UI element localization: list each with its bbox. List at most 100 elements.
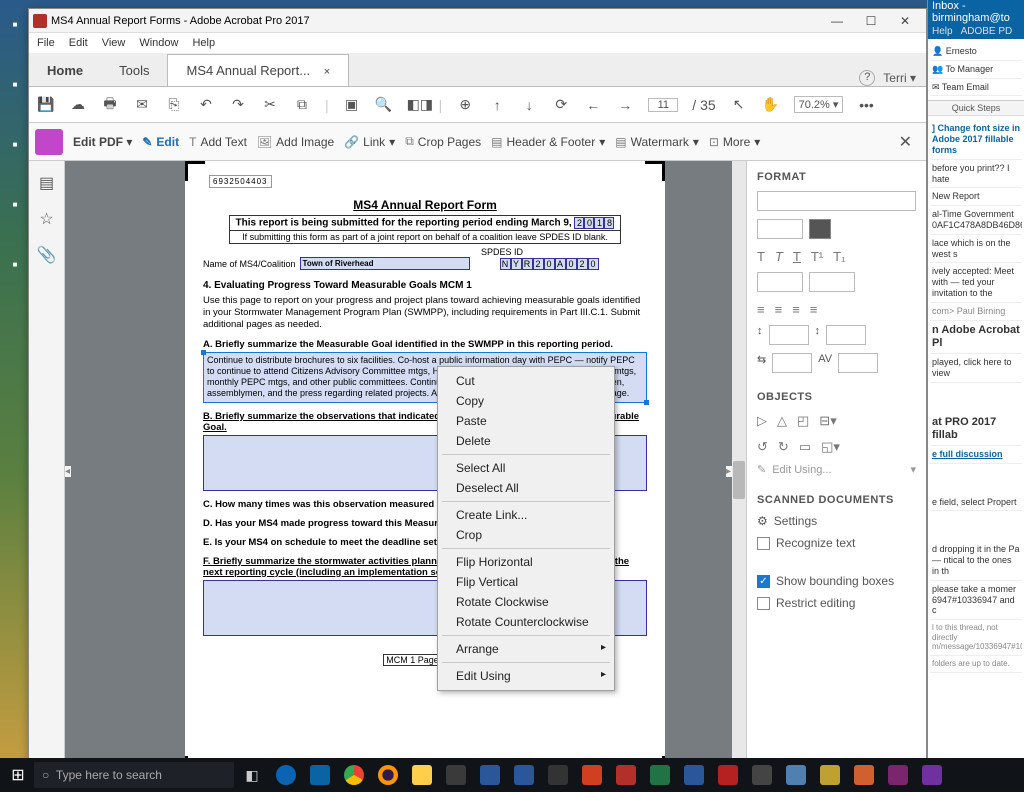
cloud-icon[interactable]: ☁ [69, 96, 87, 113]
list-item[interactable]: ] Change font size in Adobe 2017 fillabl… [930, 120, 1022, 159]
crop-object-icon[interactable]: ◰ [797, 413, 809, 429]
rotate-icon[interactable]: ⟳ [552, 96, 570, 113]
underline-icon[interactable]: T [793, 249, 801, 264]
menu-create-link[interactable]: Create Link... [438, 505, 614, 525]
align-center-icon[interactable]: ≡ [775, 302, 783, 317]
search-icon[interactable]: 🔍 [375, 96, 393, 113]
up-icon[interactable]: ↑ [488, 97, 506, 113]
line-spacing-dropdown[interactable] [769, 325, 809, 345]
mail-icon[interactable] [474, 761, 506, 789]
menu-edit[interactable]: Edit [69, 37, 88, 49]
align-right-icon[interactable]: ≡ [792, 302, 800, 317]
crop-pages-button[interactable]: ⧉Crop Pages [405, 134, 481, 149]
close-button[interactable]: ✕ [888, 14, 922, 28]
link-dropdown[interactable]: 🔗Link ▾ [344, 135, 395, 149]
app-icon[interactable] [848, 761, 880, 789]
outlook-adobe[interactable]: ADOBE PD [961, 26, 1013, 37]
flip-h-icon[interactable]: ▷ [757, 413, 767, 429]
menu-file[interactable]: File [37, 37, 55, 49]
document-canvas[interactable]: ◂ 6932504403 MS4 Annual Report Form This… [65, 161, 746, 771]
hscale-icon[interactable]: ⇆ [757, 353, 766, 373]
autocad-icon[interactable] [712, 761, 744, 789]
list-item[interactable]: folders are up to date. [930, 656, 1022, 673]
restrict-editing-checkbox[interactable]: Restrict editing [757, 596, 916, 610]
outlook-contact[interactable]: 👥 To Manager [930, 61, 1022, 79]
menu-arrange[interactable]: Arrange [438, 639, 614, 659]
para-spacing-dropdown[interactable] [826, 325, 866, 345]
rotate-cw-icon[interactable]: ↻ [778, 439, 789, 455]
align-justify-icon[interactable]: ≡ [810, 302, 818, 317]
zoom-dropdown[interactable]: 70.2% ▾ [794, 96, 844, 113]
scroll-thumb[interactable] [733, 461, 745, 499]
year-field[interactable]: 2018 [574, 217, 614, 229]
hscale-dropdown[interactable] [772, 353, 812, 373]
tab-document[interactable]: MS4 Annual Report... × [167, 54, 349, 86]
prev-icon[interactable]: ← [584, 97, 602, 113]
fit-icon[interactable]: ⊕ [456, 96, 474, 113]
font-size-dropdown[interactable] [757, 219, 803, 239]
acrobat-taskbar-icon[interactable] [610, 761, 642, 789]
outlook-contact[interactable]: 👤 Ernesto [930, 43, 1022, 61]
list-item[interactable]: ively accepted: Meet with — ted your inv… [930, 263, 1022, 302]
char-spacing-dropdown[interactable] [838, 353, 878, 373]
paragraph-spacing-icon[interactable]: ↕ [815, 325, 821, 345]
save-icon[interactable]: 💾 [37, 96, 55, 113]
app-icon[interactable] [542, 761, 574, 789]
bookmarks-icon[interactable]: ☆ [39, 209, 53, 229]
list-item[interactable]: n Adobe Acrobat Pl [930, 321, 1022, 354]
menu-deselect-all[interactable]: Deselect All [438, 478, 614, 498]
recognize-text-checkbox[interactable]: Recognize text [757, 536, 916, 550]
taskbar-search[interactable]: ○ Type here to search [34, 762, 234, 788]
cut-icon[interactable]: ✂ [261, 96, 279, 113]
align-object-icon[interactable]: ⊟▾ [819, 413, 836, 429]
tab-home[interactable]: Home [29, 55, 101, 86]
add-text-button[interactable]: TAdd Text [189, 135, 247, 149]
store-icon[interactable] [440, 761, 472, 789]
arrange-icon[interactable]: ▭ [799, 439, 811, 455]
menu-flip-v[interactable]: Flip Vertical [438, 572, 614, 592]
char-spacing-icon[interactable]: AV [818, 353, 832, 373]
add-image-button[interactable]: 🖼Add Image [257, 135, 334, 149]
app-icon[interactable] [508, 761, 540, 789]
tab-tools[interactable]: Tools [101, 55, 167, 86]
menu-copy[interactable]: Copy [438, 391, 614, 411]
app-icon[interactable] [916, 761, 948, 789]
flip-v-icon[interactable]: △ [777, 413, 787, 429]
select-tool-icon[interactable]: ↖ [730, 96, 748, 113]
list-item[interactable]: please take a momer 6947#10336947 and c [930, 581, 1022, 620]
menu-help[interactable]: Help [192, 37, 215, 49]
more-dropdown[interactable]: ⊡More ▾ [709, 135, 760, 149]
edit-using-dropdown[interactable]: Edit Using... [772, 464, 904, 476]
help-icon[interactable]: ? [859, 70, 875, 86]
word-icon[interactable] [678, 761, 710, 789]
firefox-icon[interactable] [372, 761, 404, 789]
panel-drag-handle[interactable]: ◂ [65, 466, 71, 477]
menu-rotate-cw[interactable]: Rotate Clockwise [438, 592, 614, 612]
rotate-ccw-icon[interactable]: ↺ [757, 439, 768, 455]
attachments-icon[interactable]: 📎 [37, 245, 57, 265]
edit-pdf-dropdown[interactable]: Edit PDF ▾ [73, 135, 132, 149]
menu-cut[interactable]: Cut [438, 371, 614, 391]
font-dropdown[interactable] [757, 191, 916, 211]
bold-icon[interactable]: T [757, 249, 765, 264]
spdes-id-field[interactable]: NYR20A020 [500, 258, 599, 270]
desktop-icon[interactable]: ■ [2, 140, 28, 180]
superscript-icon[interactable]: T¹ [811, 249, 823, 264]
align-left-icon[interactable]: ≡ [757, 302, 765, 317]
redo-icon[interactable]: ↷ [229, 96, 247, 113]
menu-view[interactable]: View [102, 37, 126, 49]
replace-icon[interactable]: ◱▾ [821, 439, 840, 455]
export-icon[interactable]: ⎘ [165, 96, 183, 113]
outlook-help[interactable]: Help [932, 26, 953, 37]
maximize-button[interactable]: ☐ [854, 14, 888, 28]
print-icon[interactable]: 🖶 [101, 93, 119, 117]
list-item[interactable]: com> Paul Birning [930, 303, 1022, 321]
menu-crop[interactable]: Crop [438, 525, 614, 545]
minimize-button[interactable]: — [820, 14, 854, 28]
next-icon[interactable]: → [616, 97, 634, 113]
list-item[interactable]: lace which is on the west s [930, 235, 1022, 264]
vertical-scrollbar[interactable] [732, 161, 746, 771]
app-icon[interactable] [576, 761, 608, 789]
close-edit-toolbar[interactable]: ✕ [891, 132, 920, 152]
italic-icon[interactable]: T [775, 249, 783, 264]
